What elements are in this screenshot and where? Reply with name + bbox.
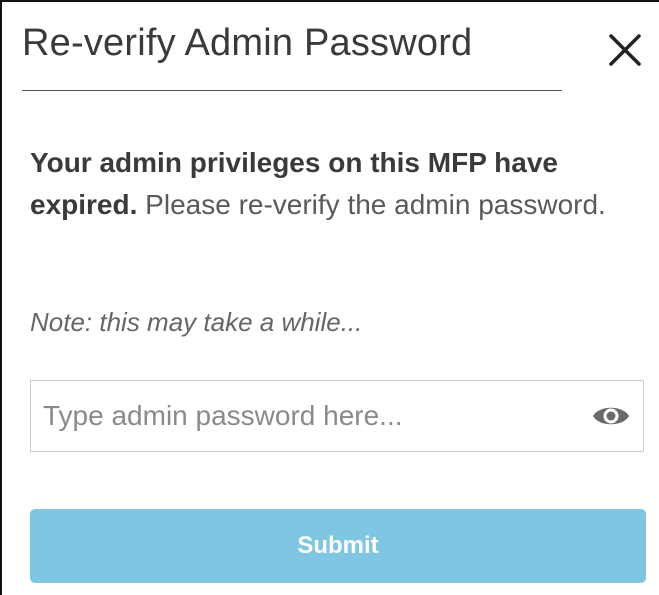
close-icon bbox=[609, 34, 641, 66]
reverify-dialog: Re-verify Admin Password Your admin priv… bbox=[0, 0, 659, 595]
eye-icon bbox=[593, 407, 629, 425]
password-input[interactable] bbox=[43, 381, 573, 450]
toggle-visibility-button[interactable] bbox=[591, 401, 631, 431]
wait-note: Note: this may take a while... bbox=[30, 307, 363, 337]
expiry-message-rest: Please re-verify the admin password. bbox=[137, 189, 606, 220]
expiry-message: Your admin privileges on this MFP have e… bbox=[30, 142, 642, 226]
password-field bbox=[30, 380, 644, 452]
close-button[interactable] bbox=[607, 32, 643, 68]
submit-button[interactable]: Submit bbox=[30, 509, 646, 583]
dialog-title: Re-verify Admin Password bbox=[22, 22, 473, 64]
dialog-header: Re-verify Admin Password bbox=[22, 20, 562, 91]
